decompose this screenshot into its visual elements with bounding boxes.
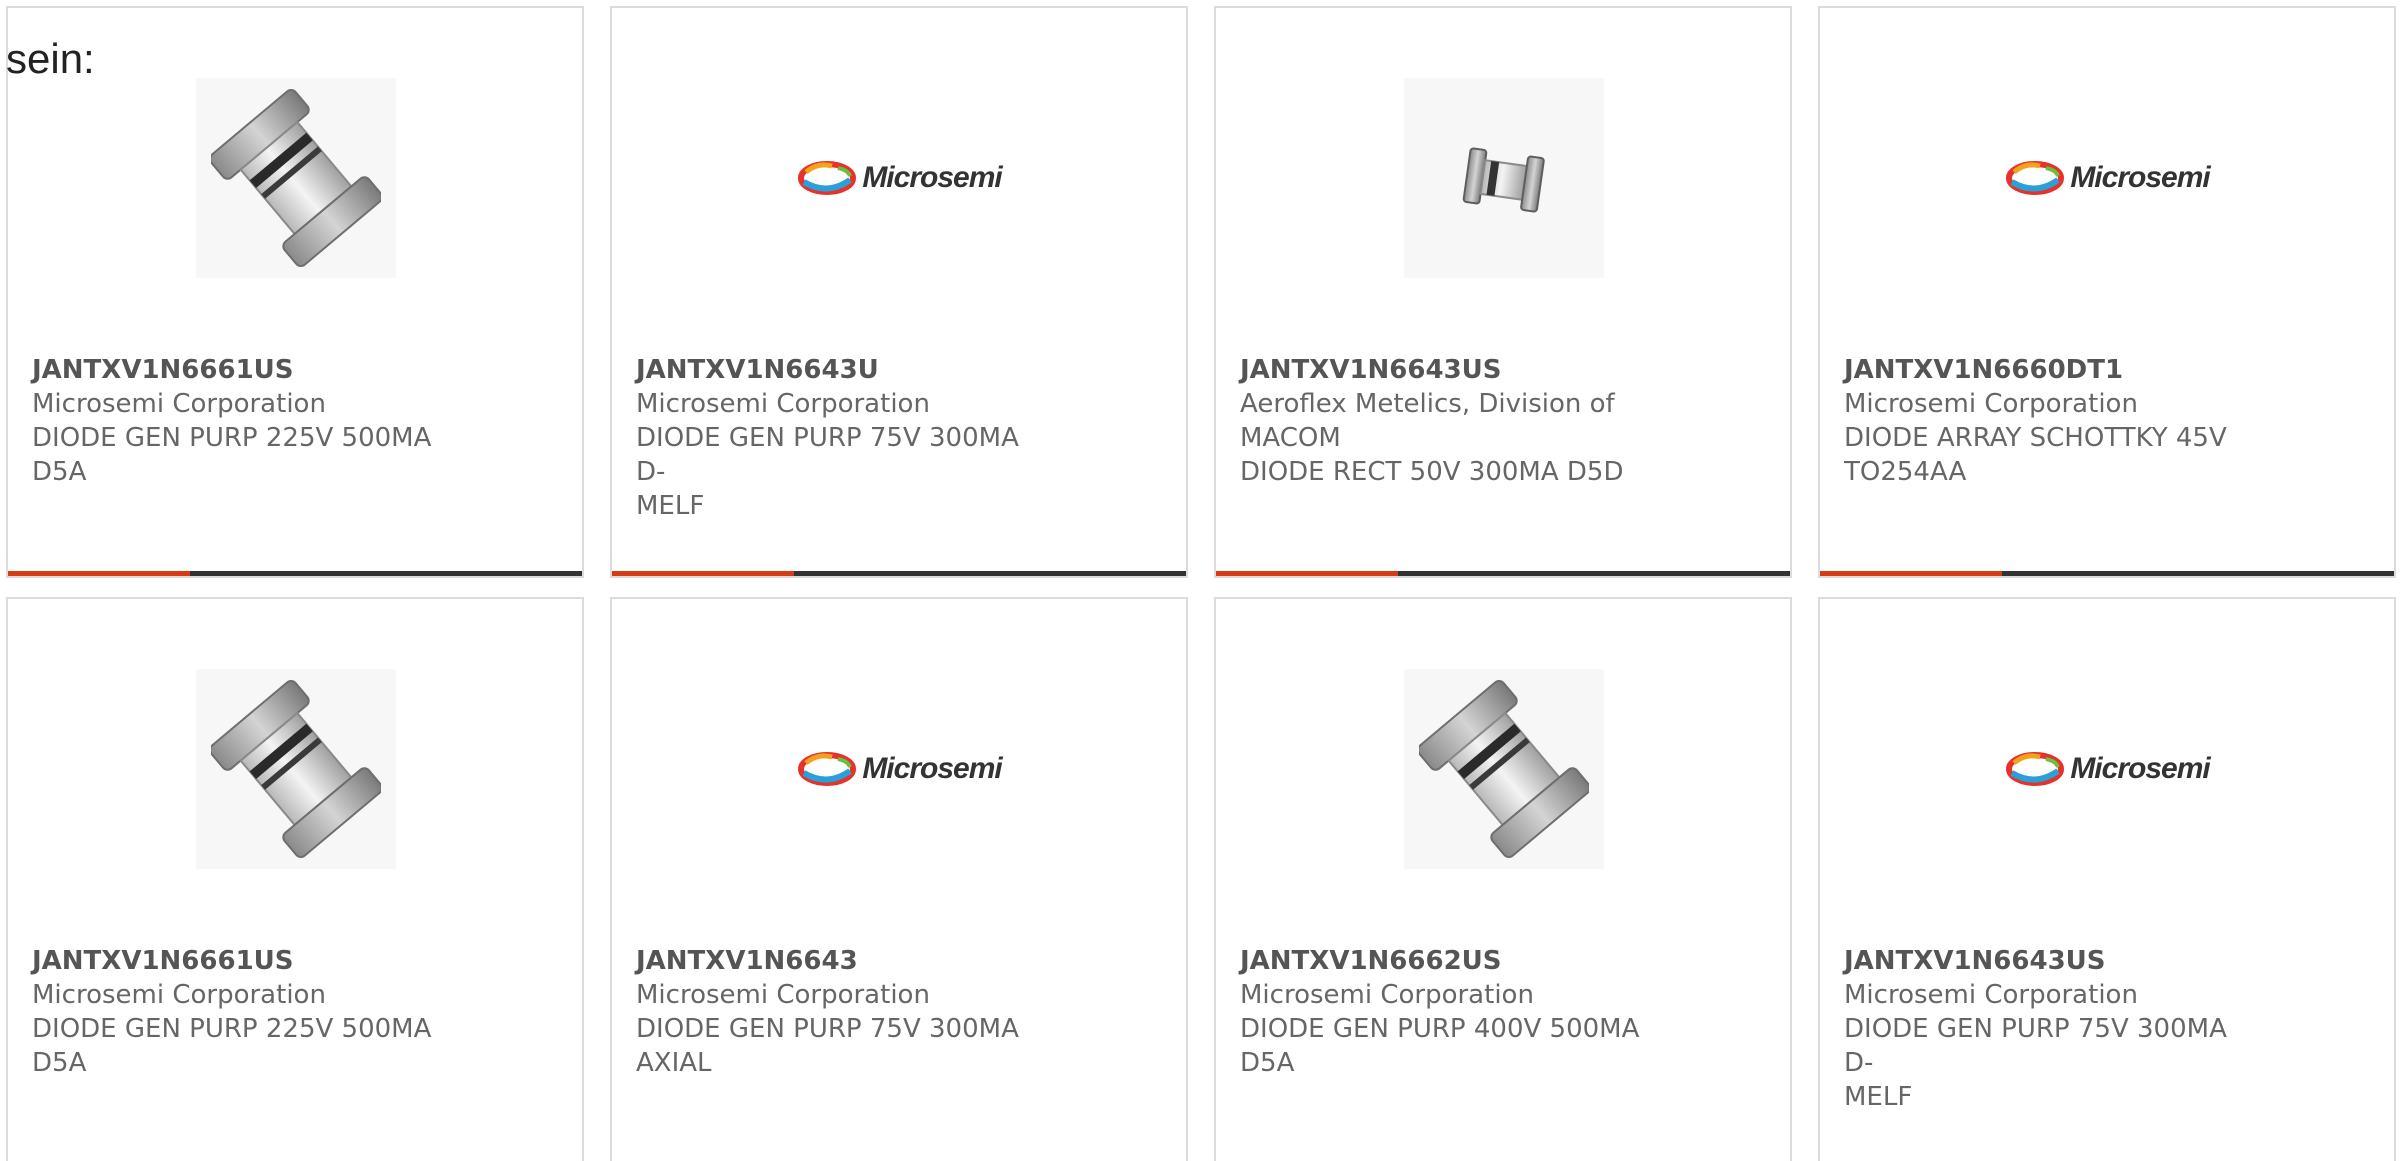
product-info: JANTXV1N6643US Aeroflex Metelics, Divisi… bbox=[1240, 353, 1660, 489]
card-bottom-bar bbox=[612, 571, 1186, 576]
product-image[interactable]: Microsemi bbox=[2006, 78, 2211, 278]
product-info: JANTXV1N6661US Microsemi Corporation DIO… bbox=[32, 944, 452, 1080]
description-continued: D5A bbox=[32, 457, 87, 487]
product-card[interactable]: JANTXV1N6643US Aeroflex Metelics, Divisi… bbox=[1214, 6, 1792, 578]
product-card[interactable]: Microsemi JANTXV1N6643U Microsemi Corpor… bbox=[610, 6, 1188, 578]
description: DIODE RECT 50V 300MA D5D bbox=[1240, 457, 1624, 487]
part-number[interactable]: JANTXV1N6643U bbox=[636, 353, 1056, 387]
product-info: JANTXV1N6643US Microsemi Corporation DIO… bbox=[1844, 944, 2264, 1114]
description-continued: MELF bbox=[1844, 1082, 1913, 1112]
product-image[interactable] bbox=[1404, 78, 1604, 278]
manufacturer-continued: MACOM bbox=[1240, 423, 1341, 453]
description: DIODE ARRAY SCHOTTKY 45V bbox=[1844, 423, 2227, 453]
microsemi-logo-text: Microsemi bbox=[2070, 161, 2210, 194]
description-continued: TO254AA bbox=[1844, 457, 1967, 487]
card-bottom-bar bbox=[1216, 571, 1790, 576]
part-number[interactable]: JANTXV1N6643US bbox=[1844, 944, 2264, 978]
part-number[interactable]: JANTXV1N6661US bbox=[32, 944, 452, 978]
product-info: JANTXV1N6662US Microsemi Corporation DIO… bbox=[1240, 944, 1660, 1080]
microsemi-swirl-icon bbox=[2006, 161, 2065, 195]
description: DIODE GEN PURP 225V 500MA bbox=[32, 423, 432, 453]
description: DIODE GEN PURP 75V 300MA D- bbox=[636, 423, 1019, 487]
description: DIODE GEN PURP 75V 300MA D- bbox=[1844, 1014, 2227, 1078]
card-bottom-bar bbox=[1820, 571, 2394, 576]
description-continued: D5A bbox=[1240, 1048, 1295, 1078]
product-image[interactable] bbox=[1404, 669, 1604, 869]
product-info: JANTXV1N6661US Microsemi Corporation DIO… bbox=[32, 353, 452, 489]
product-image[interactable] bbox=[196, 669, 396, 869]
diode-d5a-icon bbox=[211, 679, 381, 859]
microsemi-logo: Microsemi bbox=[798, 751, 1003, 787]
manufacturer: Microsemi Corporation bbox=[636, 389, 930, 419]
microsemi-logo: Microsemi bbox=[2006, 160, 2211, 196]
intro-text: sein: bbox=[6, 35, 95, 82]
manufacturer: Microsemi Corporation bbox=[1844, 389, 2138, 419]
microsemi-logo-text: Microsemi bbox=[862, 161, 1002, 194]
microsemi-logo: Microsemi bbox=[2006, 751, 2211, 787]
card-accent-bar bbox=[1820, 571, 2002, 576]
product-card[interactable]: JANTXV1N6662US Microsemi Corporation DIO… bbox=[1214, 597, 1792, 1161]
manufacturer: Microsemi Corporation bbox=[1844, 980, 2138, 1010]
microsemi-swirl-icon bbox=[798, 161, 857, 195]
product-image[interactable]: Microsemi bbox=[2006, 669, 2211, 869]
card-bottom-bar bbox=[8, 571, 582, 576]
part-number[interactable]: JANTXV1N6660DT1 bbox=[1844, 353, 2264, 387]
description: DIODE GEN PURP 75V 300MA bbox=[636, 1014, 1019, 1044]
product-card[interactable]: JANTXV1N6661US Microsemi Corporation DIO… bbox=[6, 6, 584, 578]
manufacturer: Microsemi Corporation bbox=[636, 980, 930, 1010]
manufacturer: Microsemi Corporation bbox=[32, 980, 326, 1010]
product-info: JANTXV1N6643 Microsemi Corporation DIODE… bbox=[636, 944, 1056, 1080]
description: DIODE GEN PURP 225V 500MA bbox=[32, 1014, 432, 1044]
product-card[interactable]: Microsemi JANTXV1N6643 Microsemi Corpora… bbox=[610, 597, 1188, 1161]
product-info: JANTXV1N6643U Microsemi Corporation DIOD… bbox=[636, 353, 1056, 523]
card-accent-bar bbox=[1216, 571, 1398, 576]
manufacturer: Aeroflex Metelics, Division of bbox=[1240, 389, 1615, 419]
diode-d5a-icon bbox=[211, 88, 381, 268]
product-card[interactable]: JANTXV1N6661US Microsemi Corporation DIO… bbox=[6, 597, 584, 1161]
description: DIODE GEN PURP 400V 500MA bbox=[1240, 1014, 1640, 1044]
product-card[interactable]: Microsemi JANTXV1N6643US Microsemi Corpo… bbox=[1818, 597, 2396, 1161]
product-grid-page: sein: JANTXV1N6661US Microsemi Corporati… bbox=[0, 0, 2400, 1161]
part-number[interactable]: JANTXV1N6662US bbox=[1240, 944, 1660, 978]
description-continued: AXIAL bbox=[636, 1048, 712, 1078]
manufacturer: Microsemi Corporation bbox=[1240, 980, 1534, 1010]
diode-d5a-icon bbox=[1419, 679, 1589, 859]
product-image[interactable]: Microsemi bbox=[798, 78, 1003, 278]
microsemi-logo: Microsemi bbox=[798, 160, 1003, 196]
microsemi-logo-text: Microsemi bbox=[2070, 752, 2210, 785]
microsemi-swirl-icon bbox=[2006, 752, 2065, 786]
card-accent-bar bbox=[612, 571, 794, 576]
part-number[interactable]: JANTXV1N6643US bbox=[1240, 353, 1660, 387]
product-image[interactable] bbox=[196, 78, 396, 278]
microsemi-swirl-icon bbox=[798, 752, 857, 786]
product-image[interactable]: Microsemi bbox=[798, 669, 1003, 869]
card-accent-bar bbox=[8, 571, 190, 576]
manufacturer: Microsemi Corporation bbox=[32, 389, 326, 419]
description-continued: D5A bbox=[32, 1048, 87, 1078]
product-card[interactable]: Microsemi JANTXV1N6660DT1 Microsemi Corp… bbox=[1818, 6, 2396, 578]
part-number[interactable]: JANTXV1N6643 bbox=[636, 944, 1056, 978]
part-number[interactable]: JANTXV1N6661US bbox=[32, 353, 452, 387]
microsemi-logo-text: Microsemi bbox=[862, 752, 1002, 785]
description-continued: MELF bbox=[636, 491, 705, 521]
diode-small-icon bbox=[1462, 147, 1545, 213]
product-info: JANTXV1N6660DT1 Microsemi Corporation DI… bbox=[1844, 353, 2264, 489]
